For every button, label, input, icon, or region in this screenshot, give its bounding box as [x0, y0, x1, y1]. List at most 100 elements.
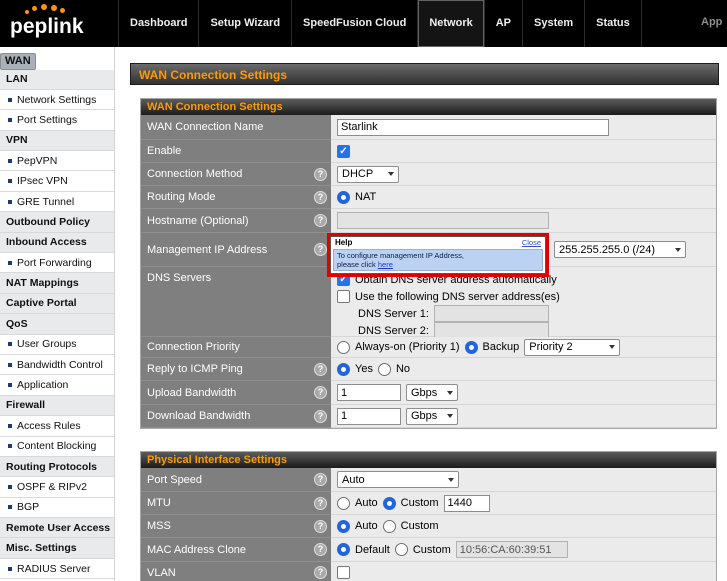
field-label: MAC Address Clone — [147, 544, 246, 556]
help-text-line1: To configure management IP Address, — [337, 251, 464, 260]
connection-method-select[interactable]: DHCP — [337, 166, 399, 183]
help-icon[interactable]: ? — [314, 168, 327, 181]
mtu-value-input[interactable] — [444, 495, 490, 512]
bullet-icon — [8, 118, 12, 122]
sidebar-item-vpn[interactable]: VPN — [0, 131, 114, 151]
sidebar-item-pepvpn[interactable]: PepVPN — [0, 151, 114, 171]
subnet-mask-select[interactable]: 255.255.255.0 (/24) — [554, 241, 686, 258]
tab-dashboard[interactable]: Dashboard — [118, 0, 198, 47]
row-wan-connection-name: WAN Connection Name — [141, 115, 716, 140]
sidebar-item-lan[interactable]: LAN — [0, 70, 114, 90]
help-icon[interactable]: ? — [314, 214, 327, 227]
mac-custom-radio[interactable] — [395, 543, 408, 556]
field-label: Connection Priority — [147, 341, 240, 353]
sidebar-item-port-settings[interactable]: Port Settings — [0, 110, 114, 130]
tab-network[interactable]: Network — [417, 0, 483, 47]
tab-status[interactable]: Status — [584, 0, 642, 47]
sidebar-item-qos[interactable]: QoS — [0, 314, 114, 334]
sidebar-item-bandwidth-control[interactable]: Bandwidth Control — [0, 355, 114, 375]
upload-bandwidth-input[interactable] — [337, 384, 401, 401]
help-icon[interactable]: ? — [314, 520, 327, 533]
radio-label: Custom — [413, 544, 451, 556]
help-popup: Help Close To configure management IP Ad… — [327, 233, 549, 277]
tab-ap[interactable]: AP — [484, 0, 522, 47]
sidebar-item-access-rules[interactable]: Access Rules — [0, 416, 114, 436]
sidebar-item-network-settings[interactable]: Network Settings — [0, 90, 114, 110]
always-on-radio[interactable] — [337, 341, 350, 354]
sidebar-item-radius-server[interactable]: RADIUS Server — [0, 559, 114, 579]
enable-checkbox[interactable]: ✓ — [337, 145, 350, 158]
hostname-input[interactable] — [337, 212, 549, 229]
sidebar-item-outbound-policy[interactable]: Outbound Policy — [0, 212, 114, 232]
sidebar-item-nat-mappings[interactable]: NAT Mappings — [0, 273, 114, 293]
sidebar-item-ipsec-vpn[interactable]: IPsec VPN — [0, 171, 114, 191]
bullet-icon — [8, 342, 12, 346]
mac-default-radio[interactable] — [337, 543, 350, 556]
radio-label: NAT — [355, 191, 376, 203]
help-here-link[interactable]: here — [378, 260, 393, 269]
help-icon[interactable]: ? — [314, 497, 327, 510]
field-label: MTU — [147, 497, 171, 509]
mtu-custom-radio[interactable] — [383, 497, 396, 510]
help-icon[interactable]: ? — [314, 191, 327, 204]
nat-radio[interactable] — [337, 191, 350, 204]
sidebar: WAN LAN Network Settings Port Settings V… — [0, 47, 115, 581]
peplink-logo[interactable]: peplink — [10, 2, 116, 45]
sidebar-item-firewall[interactable]: Firewall — [0, 396, 114, 416]
dns-server-1-input[interactable] — [434, 305, 549, 322]
sidebar-item-gre-tunnel[interactable]: GRE Tunnel — [0, 192, 114, 212]
tab-setup-wizard[interactable]: Setup Wizard — [198, 0, 291, 47]
apply-changes-partial: App — [701, 16, 722, 28]
sidebar-item-bgp[interactable]: BGP — [0, 498, 114, 518]
mtu-auto-radio[interactable] — [337, 497, 350, 510]
sidebar-item-port-forwarding[interactable]: Port Forwarding — [0, 253, 114, 273]
icmp-yes-radio[interactable] — [337, 363, 350, 376]
sidebar-item-user-groups[interactable]: User Groups — [0, 335, 114, 355]
peplink-admin-screen: peplink Dashboard Setup Wizard SpeedFusi… — [0, 0, 727, 581]
port-speed-select[interactable]: Auto — [337, 471, 459, 488]
sidebar-item-label: Content Blocking — [17, 440, 96, 452]
sidebar-item-routing-protocols[interactable]: Routing Protocols — [0, 457, 114, 477]
sidebar-item-misc-settings[interactable]: Misc. Settings — [0, 538, 114, 558]
mss-auto-radio[interactable] — [337, 520, 350, 533]
vlan-checkbox[interactable] — [337, 566, 350, 579]
mss-custom-radio[interactable] — [383, 520, 396, 533]
priority-select[interactable]: Priority 2 — [524, 339, 620, 356]
sidebar-item-application[interactable]: Application — [0, 375, 114, 395]
help-icon[interactable]: ? — [314, 363, 327, 376]
upload-unit-select[interactable]: Gbps — [406, 384, 458, 401]
tab-speedfusion-cloud[interactable]: SpeedFusion Cloud — [291, 0, 417, 47]
field-label: Enable — [147, 145, 181, 157]
icmp-no-radio[interactable] — [378, 363, 391, 376]
dns-server-2-label: DNS Server 2: — [358, 325, 429, 337]
download-unit-select[interactable]: Gbps — [406, 408, 458, 425]
mac-address-input[interactable] — [456, 541, 568, 558]
help-icon[interactable]: ? — [314, 566, 327, 579]
sidebar-item-remote-user-access[interactable]: Remote User Access — [0, 518, 114, 538]
sidebar-item-label: Port Settings — [17, 114, 77, 126]
help-icon[interactable]: ? — [314, 543, 327, 556]
backup-radio[interactable] — [465, 341, 478, 354]
download-bandwidth-input[interactable] — [337, 408, 401, 425]
help-text-line2: please click — [337, 260, 378, 269]
dns-server-1-label: DNS Server 1: — [358, 308, 429, 320]
help-icon[interactable]: ? — [314, 473, 327, 486]
sidebar-item-wan[interactable]: WAN — [0, 53, 36, 70]
tab-system[interactable]: System — [522, 0, 584, 47]
dns-manual-checkbox[interactable] — [337, 290, 350, 303]
bullet-icon — [8, 200, 12, 204]
help-close-link[interactable]: Close — [522, 238, 541, 247]
bullet-icon — [8, 383, 12, 387]
help-icon[interactable]: ? — [314, 386, 327, 399]
sidebar-item-inbound-access[interactable]: Inbound Access — [0, 233, 114, 253]
help-icon[interactable]: ? — [314, 410, 327, 423]
row-port-speed: Port Speed? Auto — [141, 468, 716, 492]
sidebar-item-ospf-ripv2[interactable]: OSPF & RIPv2 — [0, 477, 114, 497]
sidebar-item-content-blocking[interactable]: Content Blocking — [0, 437, 114, 457]
wan-connection-name-input[interactable] — [337, 119, 609, 136]
sidebar-item-captive-portal[interactable]: Captive Portal — [0, 294, 114, 314]
field-label: MSS — [147, 520, 171, 532]
help-popup-title: Help — [335, 238, 352, 247]
help-icon[interactable]: ? — [314, 243, 327, 256]
bullet-icon — [8, 444, 12, 448]
